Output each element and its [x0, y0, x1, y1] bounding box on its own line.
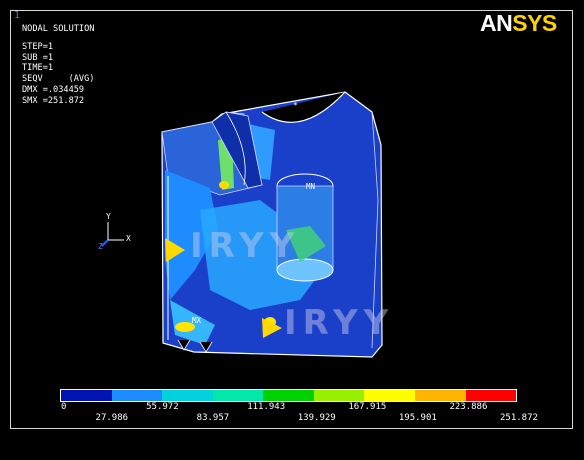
colorbar-tick-bottom: 195.901 [398, 413, 437, 423]
colorbar-tick-bottom: 139.929 [297, 413, 336, 423]
colorbar-tick-bottom: 27.986 [95, 413, 129, 423]
colorbar-segment-1 [111, 390, 163, 401]
contour-colorbar [60, 389, 517, 402]
colorbar-tick-top: 0 [61, 402, 67, 412]
colorbar-tick-top: 223.886 [449, 402, 488, 412]
watermark-text-2: IRYY [284, 303, 395, 343]
colorbar-tick-bottom: 251.872 [500, 413, 538, 423]
triad-y-label: Y [106, 212, 111, 221]
colorbar-segment-0 [61, 390, 112, 401]
hotspot-slot-yellow [219, 181, 229, 189]
triad-z-label: Z [98, 242, 103, 251]
colorbar-segment-6 [364, 390, 415, 401]
min-marker: MN [306, 182, 316, 191]
colorbar-segment-8 [465, 390, 517, 401]
colorbar-tick-top: 55.972 [146, 402, 179, 412]
asterisk-marker: * [293, 101, 298, 110]
colorbar-segment-5 [313, 390, 365, 401]
colorbar-segment-3 [212, 390, 264, 401]
max-marker: MX [192, 316, 202, 325]
colorbar-tick-top: 167.915 [348, 402, 387, 412]
colorbar-tick-top: 111.943 [247, 402, 286, 412]
colorbar-segment-4 [263, 390, 314, 401]
watermark-text-1: IRYY [190, 226, 301, 266]
colorbar-tick-bottom: 83.957 [196, 413, 230, 423]
colorbar-segment-7 [414, 390, 466, 401]
colorbar-segment-2 [162, 390, 213, 401]
triad-x-label: X [126, 234, 131, 243]
